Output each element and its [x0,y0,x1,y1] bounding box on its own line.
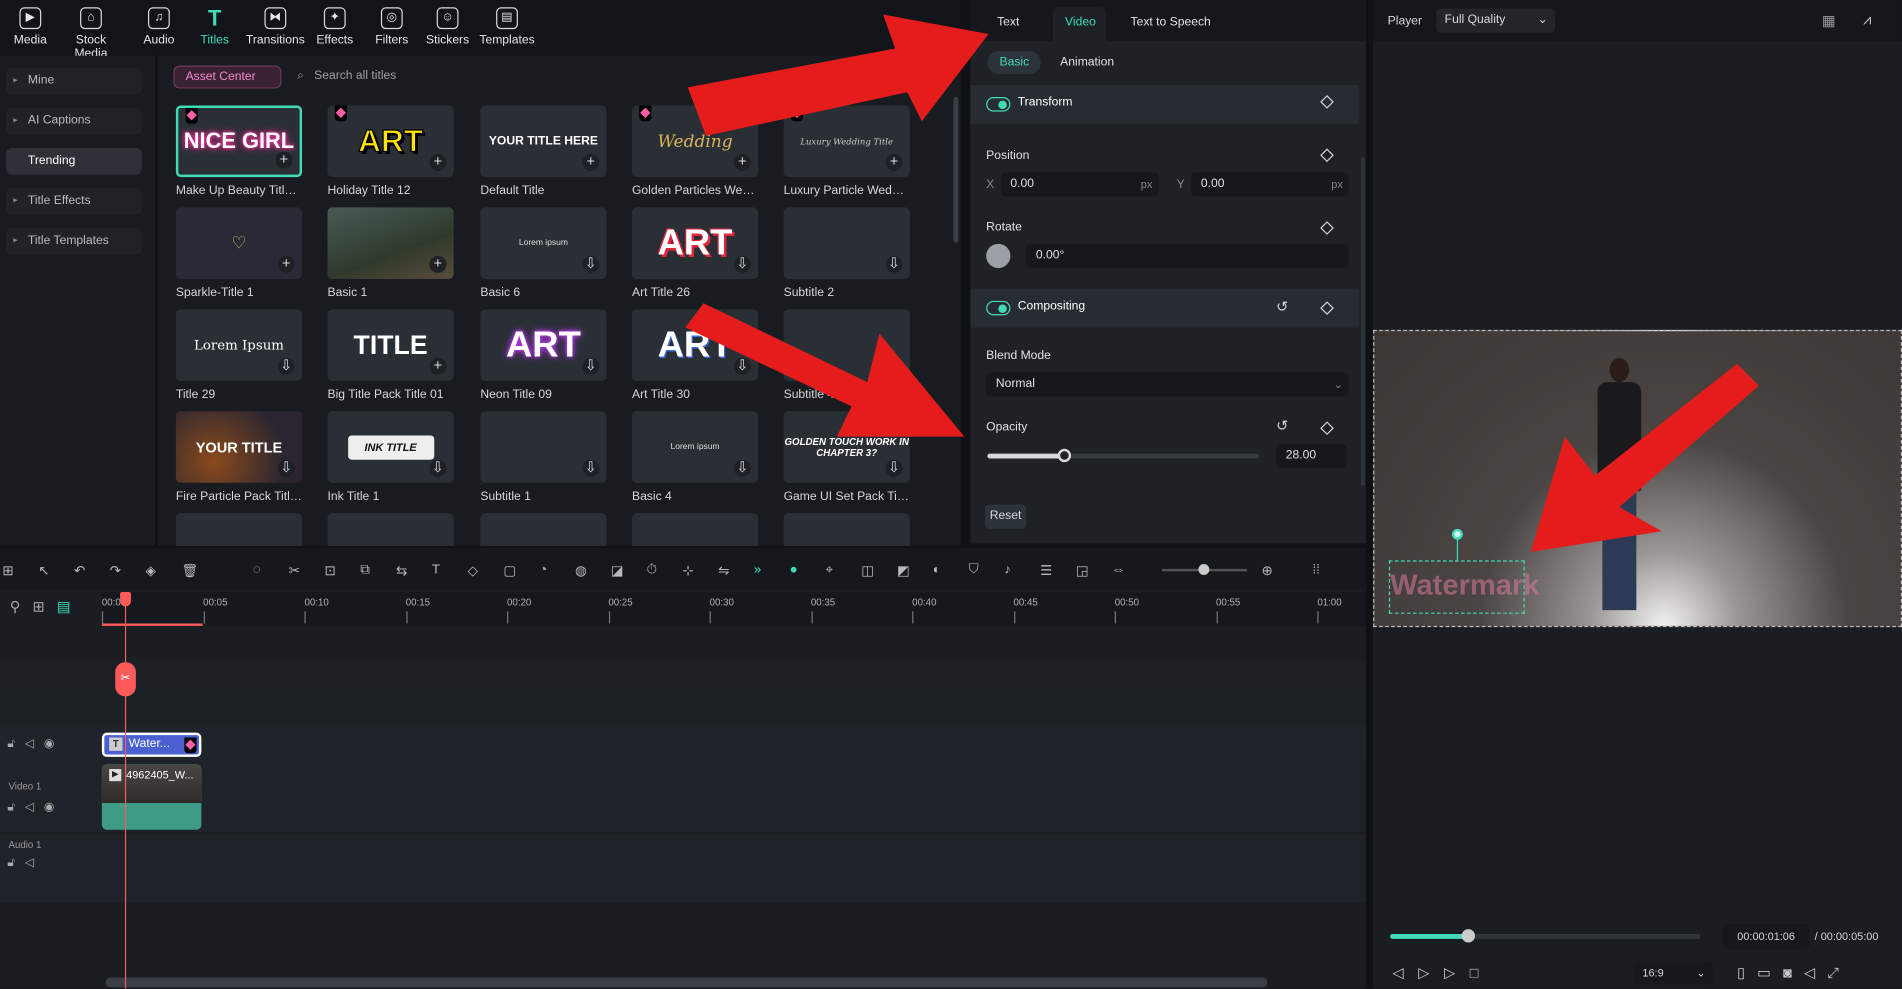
annotation-arrows [685,14,1759,552]
annotation-arrow [687,14,989,136]
annotation-arrow [1530,363,1759,552]
annotation-arrow [685,303,965,437]
